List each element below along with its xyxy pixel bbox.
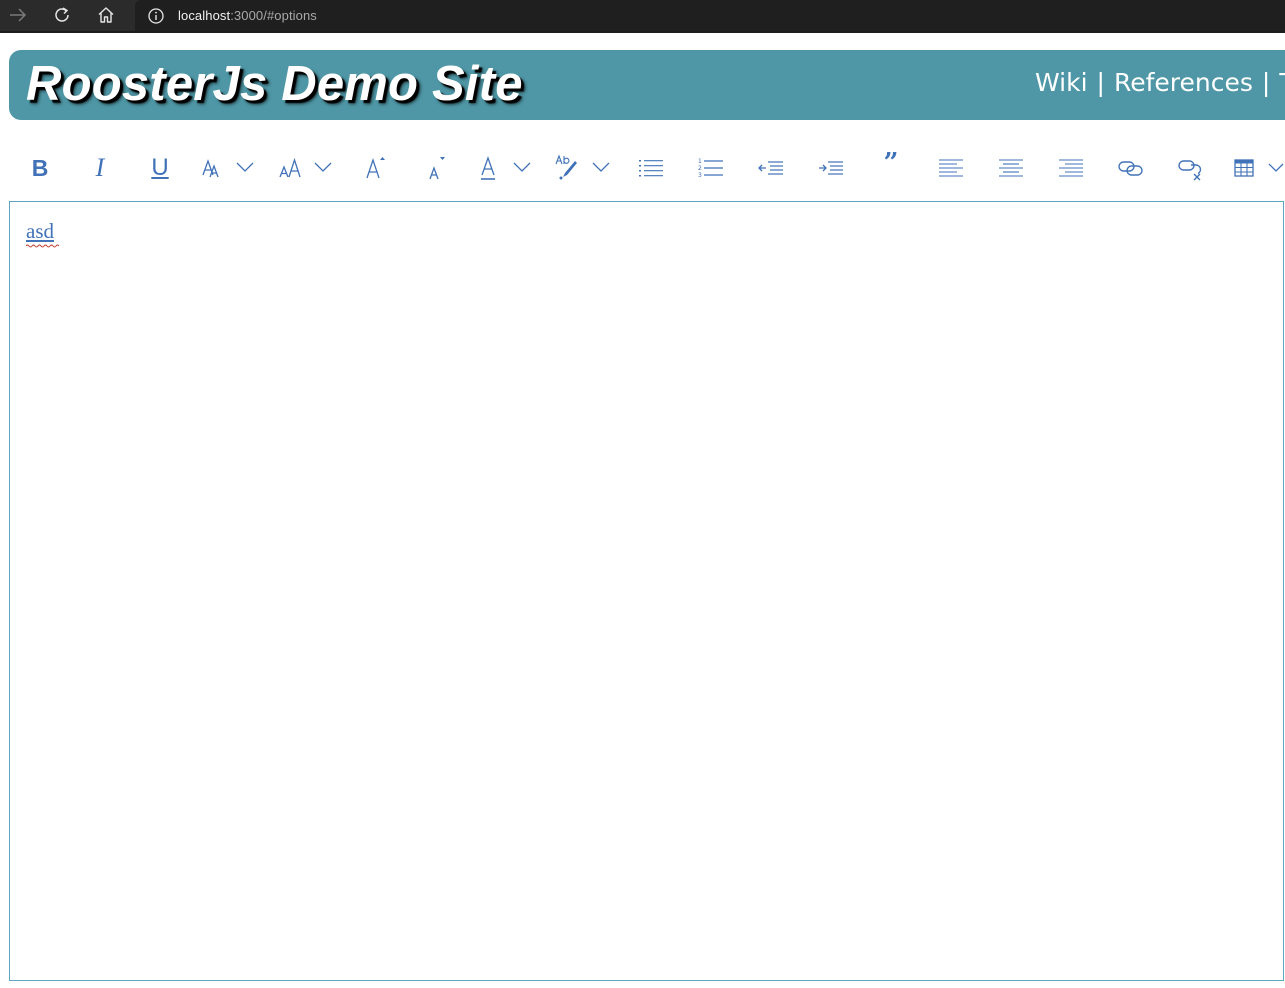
remove-link-button[interactable] bbox=[1176, 140, 1206, 196]
chevron-down-icon bbox=[314, 162, 332, 172]
address-bar[interactable]: localhost:3000/#options bbox=[135, 0, 1285, 31]
decrease-indent-button[interactable] bbox=[756, 140, 786, 196]
decrease-font-size-icon bbox=[429, 157, 445, 180]
underline-icon: U bbox=[151, 154, 169, 181]
url-text[interactable]: localhost:3000/#options bbox=[178, 8, 317, 23]
home-icon bbox=[98, 7, 114, 23]
forward-button[interactable] bbox=[5, 4, 31, 26]
text-color-button[interactable] bbox=[476, 140, 536, 196]
align-right-icon bbox=[1059, 159, 1083, 177]
third-link[interactable]: Te bbox=[1279, 68, 1285, 97]
link-separator: | bbox=[1096, 68, 1105, 97]
editor-content-text: asd bbox=[26, 219, 54, 243]
quote-button[interactable]: ” bbox=[876, 140, 906, 196]
align-left-button[interactable] bbox=[936, 140, 966, 196]
text-color-icon bbox=[481, 156, 531, 180]
wiki-link[interactable]: Wiki bbox=[1035, 68, 1088, 97]
insert-table-button[interactable] bbox=[1231, 140, 1285, 196]
forward-icon bbox=[10, 8, 27, 22]
site-title: RoosterJs Demo Site bbox=[26, 57, 523, 111]
header-links: Wiki | References | Te bbox=[1035, 68, 1285, 97]
bold-button[interactable]: B bbox=[25, 140, 55, 196]
decrease-font-size-button[interactable] bbox=[421, 140, 451, 196]
align-left-icon bbox=[939, 159, 963, 177]
svg-text:1: 1 bbox=[698, 158, 702, 165]
quote-icon: ” bbox=[883, 148, 899, 178]
spellcheck-squiggle bbox=[26, 244, 59, 248]
references-link[interactable]: References bbox=[1114, 68, 1253, 97]
bullet-list-icon bbox=[639, 160, 663, 177]
chevron-down-icon bbox=[236, 162, 254, 172]
url-path: :3000/#options bbox=[230, 8, 317, 23]
underline-button[interactable]: U bbox=[145, 140, 175, 196]
svg-text:3: 3 bbox=[698, 172, 702, 179]
numbered-list-button[interactable]: 1 2 3 bbox=[696, 140, 726, 196]
format-toolbar: B I U 1 2 3 ” bbox=[0, 140, 1285, 196]
editor-area[interactable]: asd bbox=[9, 201, 1284, 981]
increase-font-size-button[interactable] bbox=[361, 140, 391, 196]
link-separator: | bbox=[1261, 68, 1271, 97]
home-button[interactable] bbox=[93, 4, 119, 26]
font-size-icon bbox=[279, 157, 332, 178]
table-icon bbox=[1234, 159, 1284, 177]
font-size-button[interactable] bbox=[277, 140, 337, 196]
bullet-list-button[interactable] bbox=[636, 140, 666, 196]
font-icon bbox=[202, 159, 254, 178]
highlight-icon bbox=[555, 154, 610, 180]
numbered-list-icon: 1 2 3 bbox=[698, 158, 723, 179]
align-right-button[interactable] bbox=[1056, 140, 1086, 196]
site-header: RoosterJs Demo Site Wiki | References | Te bbox=[9, 50, 1285, 120]
italic-button[interactable]: I bbox=[85, 140, 115, 196]
increase-indent-button[interactable] bbox=[816, 140, 846, 196]
indent-icon bbox=[819, 161, 843, 175]
unlink-icon bbox=[1178, 160, 1202, 181]
italic-icon: I bbox=[95, 153, 105, 182]
refresh-icon bbox=[55, 7, 69, 22]
align-center-button[interactable] bbox=[996, 140, 1026, 196]
link-icon bbox=[1118, 161, 1143, 176]
background-color-button[interactable] bbox=[553, 140, 613, 196]
svg-text:2: 2 bbox=[698, 165, 702, 172]
insert-link-button[interactable] bbox=[1116, 140, 1146, 196]
editor-text[interactable]: asd bbox=[26, 219, 59, 248]
bold-icon: B bbox=[31, 154, 49, 181]
align-center-icon bbox=[999, 159, 1023, 177]
browser-toolbar: localhost:3000/#options bbox=[0, 0, 1285, 33]
font-button[interactable] bbox=[199, 140, 259, 196]
info-icon[interactable] bbox=[147, 7, 165, 25]
chevron-down-icon bbox=[1268, 163, 1284, 172]
chevron-down-icon bbox=[592, 162, 610, 172]
refresh-button[interactable] bbox=[49, 4, 75, 26]
increase-font-size-icon bbox=[366, 157, 385, 179]
url-host: localhost bbox=[178, 8, 231, 23]
outdent-icon bbox=[758, 161, 783, 175]
chevron-down-icon bbox=[513, 162, 531, 172]
